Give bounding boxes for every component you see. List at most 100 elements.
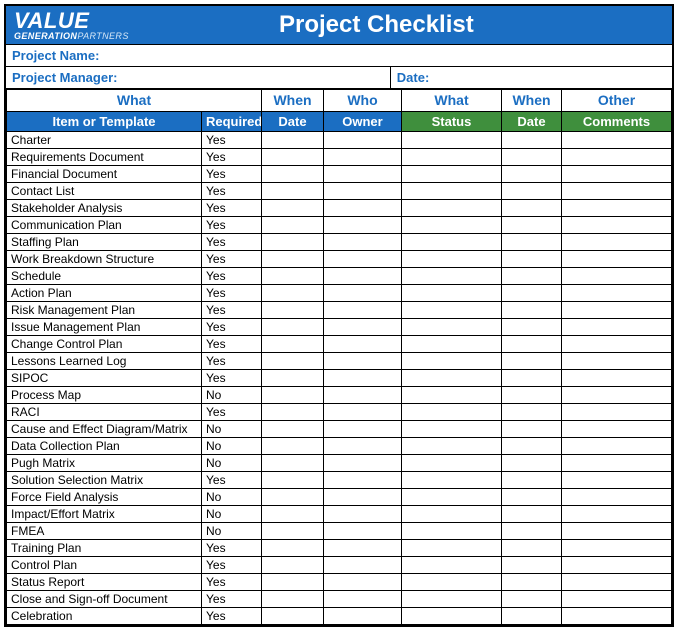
date-cell (262, 131, 324, 148)
owner-cell (324, 573, 402, 590)
status-cell (402, 488, 502, 505)
item-cell: Issue Management Plan (7, 318, 202, 335)
date-cell (262, 335, 324, 352)
date2-cell (502, 131, 562, 148)
owner-cell (324, 267, 402, 284)
date2-cell (502, 505, 562, 522)
comments-cell (562, 318, 672, 335)
date2-cell (502, 352, 562, 369)
item-cell: Control Plan (7, 556, 202, 573)
status-cell (402, 148, 502, 165)
comments-cell (562, 216, 672, 233)
owner-cell (324, 369, 402, 386)
date-cell (262, 590, 324, 607)
status-cell (402, 437, 502, 454)
item-cell: Staffing Plan (7, 233, 202, 250)
table-row: FMEANo (7, 522, 672, 539)
required-cell: Yes (202, 471, 262, 488)
date2-cell (502, 471, 562, 488)
required-cell: Yes (202, 233, 262, 250)
group-what: What (7, 89, 262, 111)
table-row: Pugh MatrixNo (7, 454, 672, 471)
item-cell: Pugh Matrix (7, 454, 202, 471)
status-cell (402, 335, 502, 352)
status-cell (402, 199, 502, 216)
owner-cell (324, 454, 402, 471)
required-cell: Yes (202, 556, 262, 573)
date2-cell (502, 573, 562, 590)
comments-cell (562, 301, 672, 318)
table-row: Financial DocumentYes (7, 165, 672, 182)
col-required: Required (202, 111, 262, 131)
comments-cell (562, 488, 672, 505)
status-cell (402, 284, 502, 301)
col-status: Status (402, 111, 502, 131)
owner-cell (324, 420, 402, 437)
required-cell: Yes (202, 165, 262, 182)
comments-cell (562, 352, 672, 369)
comments-cell (562, 250, 672, 267)
date-cell (262, 352, 324, 369)
item-cell: Financial Document (7, 165, 202, 182)
table-row: Process MapNo (7, 386, 672, 403)
date2-cell (502, 148, 562, 165)
item-cell: Training Plan (7, 539, 202, 556)
comments-cell (562, 284, 672, 301)
item-cell: Solution Selection Matrix (7, 471, 202, 488)
table-row: Control PlanYes (7, 556, 672, 573)
col-comments: Comments (562, 111, 672, 131)
comments-cell (562, 199, 672, 216)
group-who: Who (324, 89, 402, 111)
comments-cell (562, 522, 672, 539)
date-cell (262, 250, 324, 267)
item-cell: Process Map (7, 386, 202, 403)
col-date: Date (262, 111, 324, 131)
table-row: Data Collection PlanNo (7, 437, 672, 454)
table-row: Stakeholder AnalysisYes (7, 199, 672, 216)
comments-cell (562, 369, 672, 386)
status-cell (402, 267, 502, 284)
required-cell: Yes (202, 335, 262, 352)
owner-cell (324, 301, 402, 318)
required-cell: No (202, 454, 262, 471)
status-cell (402, 216, 502, 233)
table-row: Solution Selection MatrixYes (7, 471, 672, 488)
item-cell: Work Breakdown Structure (7, 250, 202, 267)
date2-cell (502, 199, 562, 216)
table-row: Force Field AnalysisNo (7, 488, 672, 505)
item-cell: Schedule (7, 267, 202, 284)
date2-cell (502, 318, 562, 335)
table-row: Lessons Learned LogYes (7, 352, 672, 369)
required-cell: Yes (202, 318, 262, 335)
title-bar: VALUE GENERATIONPARTNERS Project Checkli… (6, 6, 672, 44)
date-cell (262, 233, 324, 250)
column-header-row: Item or Template Required Date Owner Sta… (7, 111, 672, 131)
required-cell: Yes (202, 573, 262, 590)
date2-cell (502, 250, 562, 267)
date-cell (262, 165, 324, 182)
table-row: Change Control PlanYes (7, 335, 672, 352)
required-cell: Yes (202, 403, 262, 420)
status-cell (402, 573, 502, 590)
page-title: Project Checklist (129, 11, 624, 39)
owner-cell (324, 182, 402, 199)
required-cell: Yes (202, 284, 262, 301)
table-row: Impact/Effort MatrixNo (7, 505, 672, 522)
col-date2: Date (502, 111, 562, 131)
status-cell (402, 420, 502, 437)
owner-cell (324, 250, 402, 267)
item-cell: Contact List (7, 182, 202, 199)
table-row: Staffing PlanYes (7, 233, 672, 250)
status-cell (402, 539, 502, 556)
table-row: Training PlanYes (7, 539, 672, 556)
owner-cell (324, 233, 402, 250)
date-cell (262, 556, 324, 573)
owner-cell (324, 165, 402, 182)
table-row: Action PlanYes (7, 284, 672, 301)
group-header-row: What When Who What When Other (7, 89, 672, 111)
owner-cell (324, 386, 402, 403)
col-item: Item or Template (7, 111, 202, 131)
required-cell: Yes (202, 182, 262, 199)
date2-cell (502, 590, 562, 607)
item-cell: Cause and Effect Diagram/Matrix (7, 420, 202, 437)
